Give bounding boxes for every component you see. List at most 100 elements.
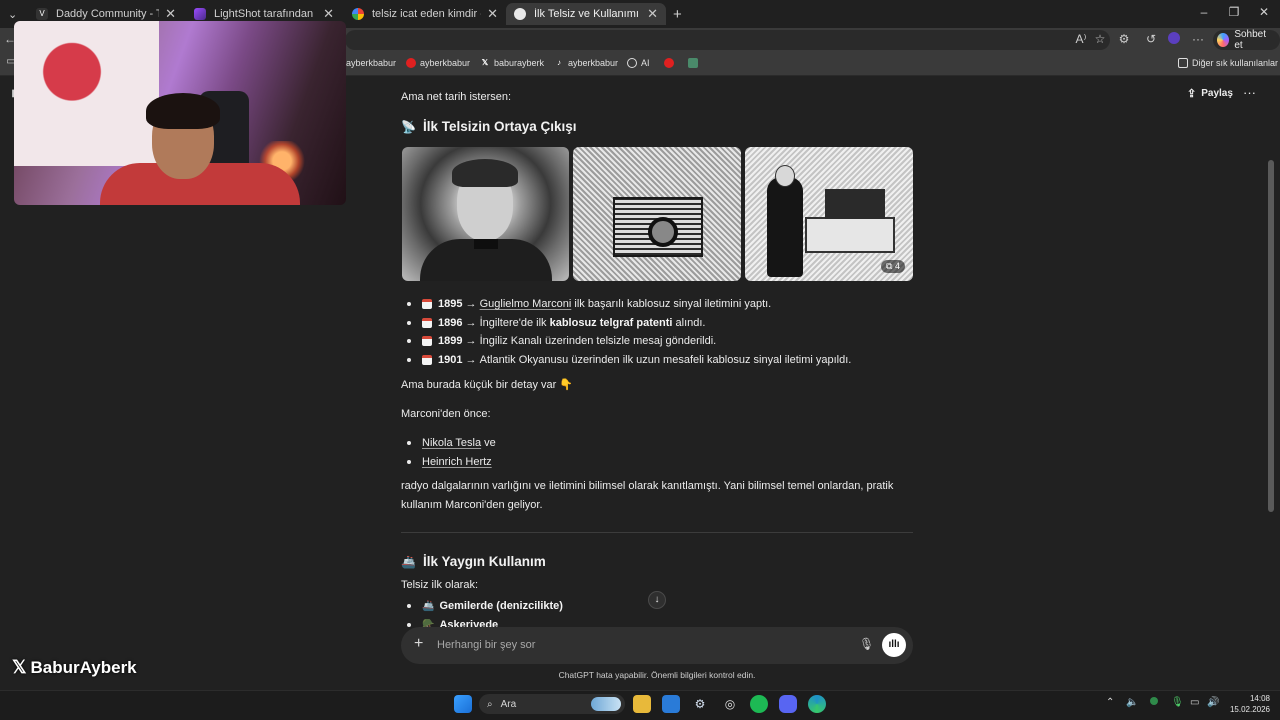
message-composer[interactable]: + Herhangi bir şey sor 🎙 ıllı bbox=[401, 627, 913, 664]
x-icon: 𝕏 bbox=[12, 657, 27, 677]
copilot-icon bbox=[1217, 33, 1230, 47]
disclaimer-text: ChatGPT hata yapabilir. Önemli bilgileri… bbox=[558, 670, 756, 680]
profile-icon[interactable] bbox=[1166, 32, 1182, 47]
bookmark-item[interactable] bbox=[688, 58, 702, 68]
chatgpt-icon bbox=[627, 58, 637, 68]
chevron-down-icon: ⌄ bbox=[8, 8, 18, 21]
bookmark-item[interactable]: 𝕏 baburayberk bbox=[480, 58, 544, 68]
list-item: Heinrich Hertz bbox=[407, 456, 492, 468]
calendar-icon bbox=[422, 336, 432, 346]
tab-ilk-telsiz[interactable]: İlk Telsiz ve Kullanımı ✕ bbox=[506, 3, 666, 25]
edge-icon[interactable] bbox=[808, 695, 826, 713]
restore-button[interactable]: ❐ bbox=[1224, 5, 1244, 19]
prompt-input[interactable]: Herhangi bir şey sor bbox=[437, 639, 535, 651]
list-item: 1895 → Guglielmo Marconi ilk başarılı ka… bbox=[407, 298, 771, 310]
pointing-down-icon: 👇 bbox=[559, 379, 574, 391]
intro-text: Ama net tarih istersen: bbox=[401, 91, 512, 103]
chat-button[interactable]: Sohbet et bbox=[1213, 29, 1280, 51]
network-status-icon[interactable] bbox=[1150, 697, 1158, 708]
tesla-link[interactable]: Nikola Tesla bbox=[422, 437, 481, 449]
hertz-link[interactable]: Heinrich Hertz bbox=[422, 456, 492, 468]
other-bookmarks[interactable]: Diğer sık kullanılanlar bbox=[1178, 58, 1278, 68]
speaker-icon[interactable]: 🔈 bbox=[1126, 697, 1138, 708]
microphone-icon[interactable]: 🎙 bbox=[859, 637, 874, 651]
calendar-icon bbox=[422, 355, 432, 365]
new-tab-button[interactable]: + bbox=[668, 3, 690, 25]
more-menu-icon[interactable]: ··· bbox=[1190, 32, 1206, 46]
paragraph-line: kullanım Marconi'den geliyor. bbox=[401, 499, 543, 511]
image-icon bbox=[688, 58, 698, 68]
tiktok-icon: ♪ bbox=[557, 58, 561, 67]
streamer-watermark: 𝕏 BaburAyberk bbox=[12, 657, 137, 677]
section-intro: Telsiz ilk olarak: bbox=[401, 579, 479, 591]
close-icon[interactable]: ✕ bbox=[487, 6, 498, 22]
image-count-badge: ⧉ 4 bbox=[881, 260, 905, 273]
taskbar-clock[interactable]: 14:08 15.02.2026 bbox=[1228, 693, 1270, 715]
chatgpt-icon bbox=[514, 8, 526, 20]
list-item: 1901 → Atlantik Okyanusu üzerinden ilk u… bbox=[407, 354, 851, 366]
bookmark-item[interactable]: AI bbox=[627, 58, 650, 68]
read-aloud-icon[interactable]: A⁾ bbox=[1073, 32, 1089, 46]
marconi-with-device-image[interactable]: ⧉ 4 bbox=[745, 147, 913, 281]
star-icon[interactable]: ☆ bbox=[1092, 32, 1108, 46]
voice-mode-button[interactable]: ıllı bbox=[882, 633, 906, 657]
volume-icon[interactable]: 🔊 bbox=[1207, 697, 1219, 708]
store-icon[interactable] bbox=[662, 695, 680, 713]
list-item: 1896 → İngiltere'de ilk kablosuz telgraf… bbox=[407, 317, 705, 329]
satellite-icon: 📡 bbox=[401, 119, 416, 134]
conversation-options-button[interactable]: ··· bbox=[1243, 85, 1256, 100]
tray-chevron-icon[interactable]: ⌃ bbox=[1106, 697, 1114, 708]
bookmark-item[interactable]: ayberkbabur bbox=[346, 58, 396, 68]
close-icon[interactable]: ✕ bbox=[647, 6, 658, 22]
chrome-icon[interactable]: ◎ bbox=[721, 695, 739, 713]
calendar-icon bbox=[422, 299, 432, 309]
address-bar[interactable] bbox=[345, 30, 1110, 50]
display-icon[interactable]: ▭ bbox=[1190, 697, 1199, 708]
file-explorer-icon[interactable] bbox=[633, 695, 651, 713]
bookmark-item[interactable]: ayberkbabur bbox=[406, 58, 470, 68]
google-icon bbox=[352, 8, 364, 20]
before-text: Marconi'den önce: bbox=[401, 408, 491, 420]
search-icon: ⌕ bbox=[487, 698, 493, 710]
microphone-tray-icon[interactable]: 🎙 bbox=[1171, 697, 1184, 708]
list-item: 🚢 Gemilerde (denizcilikte) bbox=[407, 600, 563, 612]
wireless-apparatus-image[interactable] bbox=[573, 147, 741, 281]
list-item: 🪖 Askeriyede bbox=[407, 619, 498, 627]
bookmark-item[interactable] bbox=[664, 58, 678, 68]
youtube-icon bbox=[664, 58, 674, 68]
close-icon[interactable]: ✕ bbox=[165, 6, 176, 22]
marconi-link[interactable]: Guglielmo Marconi bbox=[480, 298, 572, 310]
webcam-overlay bbox=[14, 21, 346, 205]
plus-icon[interactable]: + bbox=[414, 635, 423, 653]
window-close-button[interactable]: ✕ bbox=[1254, 5, 1274, 19]
section-heading: 🚢 İlk Yaygın Kullanım bbox=[401, 554, 546, 569]
spotify-icon[interactable] bbox=[750, 695, 768, 713]
youtube-icon bbox=[406, 58, 416, 68]
scrollbar[interactable] bbox=[1268, 160, 1274, 512]
bookmark-item[interactable]: ♪ ayberkbabur bbox=[554, 58, 618, 68]
ship-icon: 🚢 bbox=[401, 554, 416, 569]
detail-text: Ama burada küçük bir detay var 👇 bbox=[401, 379, 574, 391]
list-item: Nikola Tesla ve bbox=[407, 437, 496, 449]
scroll-to-bottom-button[interactable]: ↓ bbox=[648, 591, 666, 609]
taskbar-search[interactable]: ⌕ Ara bbox=[479, 694, 625, 714]
helmet-icon: 🪖 bbox=[422, 619, 435, 627]
paragraph-line: radyo dalgalarının varlığını ve iletimin… bbox=[401, 480, 894, 492]
calendar-icon bbox=[422, 318, 432, 328]
windows-start-icon[interactable] bbox=[454, 695, 472, 713]
marconi-portrait-image[interactable] bbox=[402, 147, 569, 281]
discord-icon[interactable] bbox=[779, 695, 797, 713]
close-icon[interactable]: ✕ bbox=[323, 6, 334, 22]
share-icon: ⇪ bbox=[1187, 88, 1197, 100]
section-heading: 📡 İlk Telsizin Ortaya Çıkışı bbox=[401, 119, 577, 134]
steam-icon[interactable]: ⚙ bbox=[691, 695, 709, 713]
search-highlight-icon bbox=[591, 697, 621, 711]
share-button[interactable]: ⇪ Paylaş bbox=[1187, 87, 1233, 100]
history-icon[interactable]: ↺ bbox=[1143, 32, 1159, 46]
arrow-down-icon: ↓ bbox=[654, 594, 660, 605]
extensions-icon[interactable]: ⚙ bbox=[1116, 32, 1132, 46]
x-icon: 𝕏 bbox=[481, 58, 489, 67]
minimize-button[interactable]: – bbox=[1194, 5, 1214, 19]
folder-icon bbox=[1178, 58, 1188, 68]
tab-google[interactable]: telsiz icat eden kimdir - Google'da ✕ bbox=[344, 3, 506, 25]
